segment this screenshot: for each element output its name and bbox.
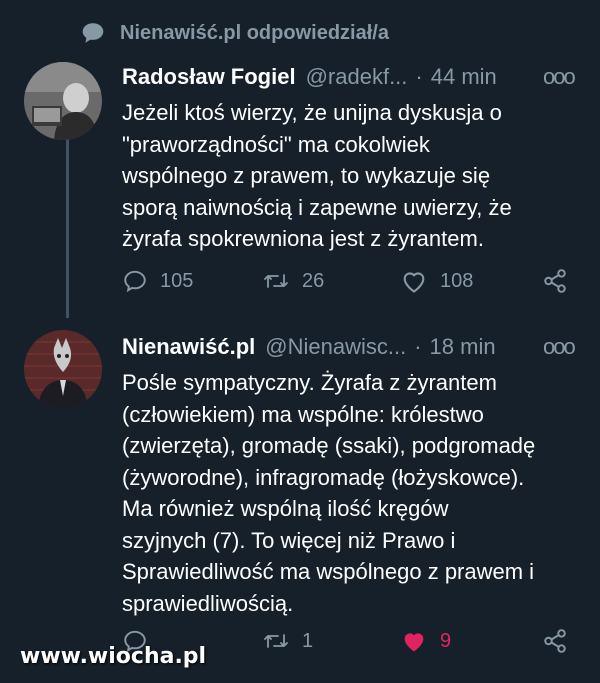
tweet1-separator: · [415,64,423,89]
tweet1-reply-button[interactable]: 105 [122,268,262,294]
tweet2-body-line: Pośle sympatyczny. Żyrafa z żyrantem [122,370,497,395]
tweet2-author-name[interactable]: Nienawiść.pl [122,334,255,360]
heart-filled-icon [404,633,424,652]
share-icon [544,269,566,293]
avatar-nienawisc[interactable] [24,330,102,408]
tweet1-author-name[interactable]: Radosław Fogiel [122,64,296,90]
tweet1-header: Radosław Fogiel @radekf... · 44 min [122,64,497,90]
reply-icon [124,270,146,293]
tweet2-body-line: (zwierzęta), gromadę (ssaki), podgromadę [122,433,536,458]
share-icon [544,629,566,653]
reply-context: Nienawiść.pl odpowiedział/a [80,20,389,46]
tweet1-body-line: "praworządności" ma cokolwiek [122,131,430,157]
tweet2-body-line: szyjnych (7). To więcej niż Prawo i [122,527,456,553]
tweet1-timestamp[interactable]: 44 min [431,64,497,90]
tweet1-share-button[interactable] [542,268,568,294]
tweet2-separator: · [414,334,422,359]
tweet1-like-button[interactable]: 108 [400,268,542,294]
tweet1-body: Jeżeli ktoś wierzy, że unijna dyskusja o… [122,97,582,255]
tweet1-body-line: wspólnego z prawem, to wykazuje się [122,163,491,188]
tweet2-body-line: sprawiedliwością. [122,590,294,616]
tweet2-like-button[interactable]: 9 [400,628,542,654]
avatar-radoslaw-fogiel[interactable] [24,62,102,140]
tweet1-retweet-button[interactable]: 26 [262,268,400,294]
tweet2-timestamp[interactable]: 18 min [430,334,496,360]
tweet2-more-icon[interactable]: ooo [543,334,576,360]
tweet1-reply-count: 105 [160,269,194,292]
tweet1-author-handle[interactable]: @radekf... [306,64,408,90]
tweet2-body-line: Ma również wspólną ilość kręgów [122,496,449,521]
tweet2-retweet-count: 1 [302,629,314,652]
retweet-icon [264,274,288,288]
tweet2-author-handle[interactable]: @Nienawisc... [265,334,406,360]
speech-bubble-icon [82,23,104,43]
tweet2-body: Pośle sympatyczny. Żyrafa z żyrantem (cz… [122,367,592,619]
tweet2-share-button[interactable] [542,628,568,654]
reply-context-text: Nienawiść.pl odpowiedział/a [120,21,389,44]
tweet2-retweet-button[interactable]: 1 [262,628,400,654]
avatar-photo [24,62,102,140]
retweet-icon [264,634,288,648]
tweet1-retweet-count: 26 [302,269,325,292]
tweet1-body-line: Jeżeli ktoś wierzy, że unijna dyskusja o [122,100,502,125]
tweet2-body-line: (żyworodne), infragromadę (łożyskowce). [122,464,525,490]
heart-outline-icon [403,272,425,293]
thread-line [66,130,69,318]
tweet2-body-line: Sprawiedliwość ma wspólnego z prawem i [122,559,535,584]
avatar-illustration [24,330,102,408]
tweet2-body-line: (człowiekiem) ma wspólne: królestwo [122,401,484,427]
watermark: www.wiocha.pl [20,644,207,669]
tweet1-body-line: żyrafa spokrewniona jest z żyrantem. [122,226,484,251]
tweet1-more-icon[interactable]: ooo [543,64,576,90]
tweet2-like-count: 9 [440,629,452,652]
tweet2-header: Nienawiść.pl @Nienawisc... · 18 min [122,334,496,360]
tweet1-actions: 105 26 108 [122,268,582,294]
tweet1-like-count: 108 [440,269,474,292]
tweet1-body-line: sporą naiwnością i zapewne uwierzy, że [122,194,512,220]
